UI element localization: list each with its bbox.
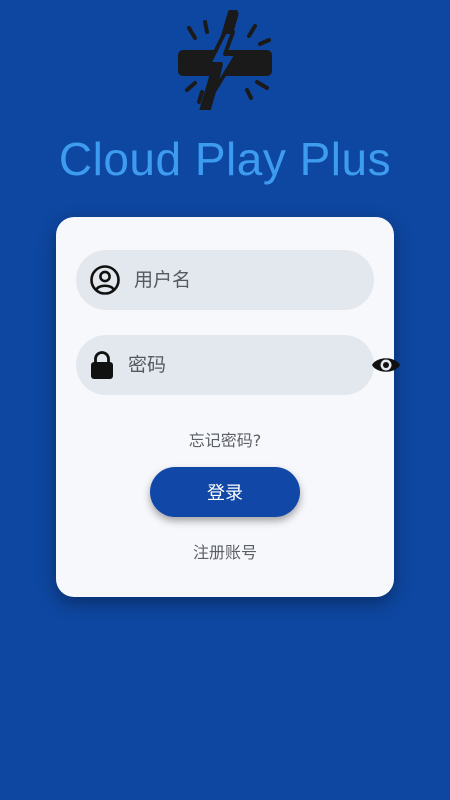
forgot-password-link[interactable]: 忘记密码? — [56, 427, 394, 451]
user-circle-icon — [89, 263, 121, 297]
app-title: Cloud Play Plus — [58, 133, 392, 185]
register-link[interactable]: 注册账号 — [56, 539, 394, 563]
password-input[interactable] — [115, 335, 371, 395]
app-logo-icon — [178, 10, 272, 110]
username-field[interactable] — [76, 250, 377, 310]
password-field[interactable] — [76, 335, 400, 395]
eye-icon[interactable] — [371, 349, 401, 381]
login-button[interactable]: 登录 — [150, 467, 300, 517]
lock-icon — [89, 348, 115, 382]
login-card: 忘记密码? 登录 注册账号 — [56, 217, 400, 597]
username-input[interactable] — [121, 250, 377, 310]
